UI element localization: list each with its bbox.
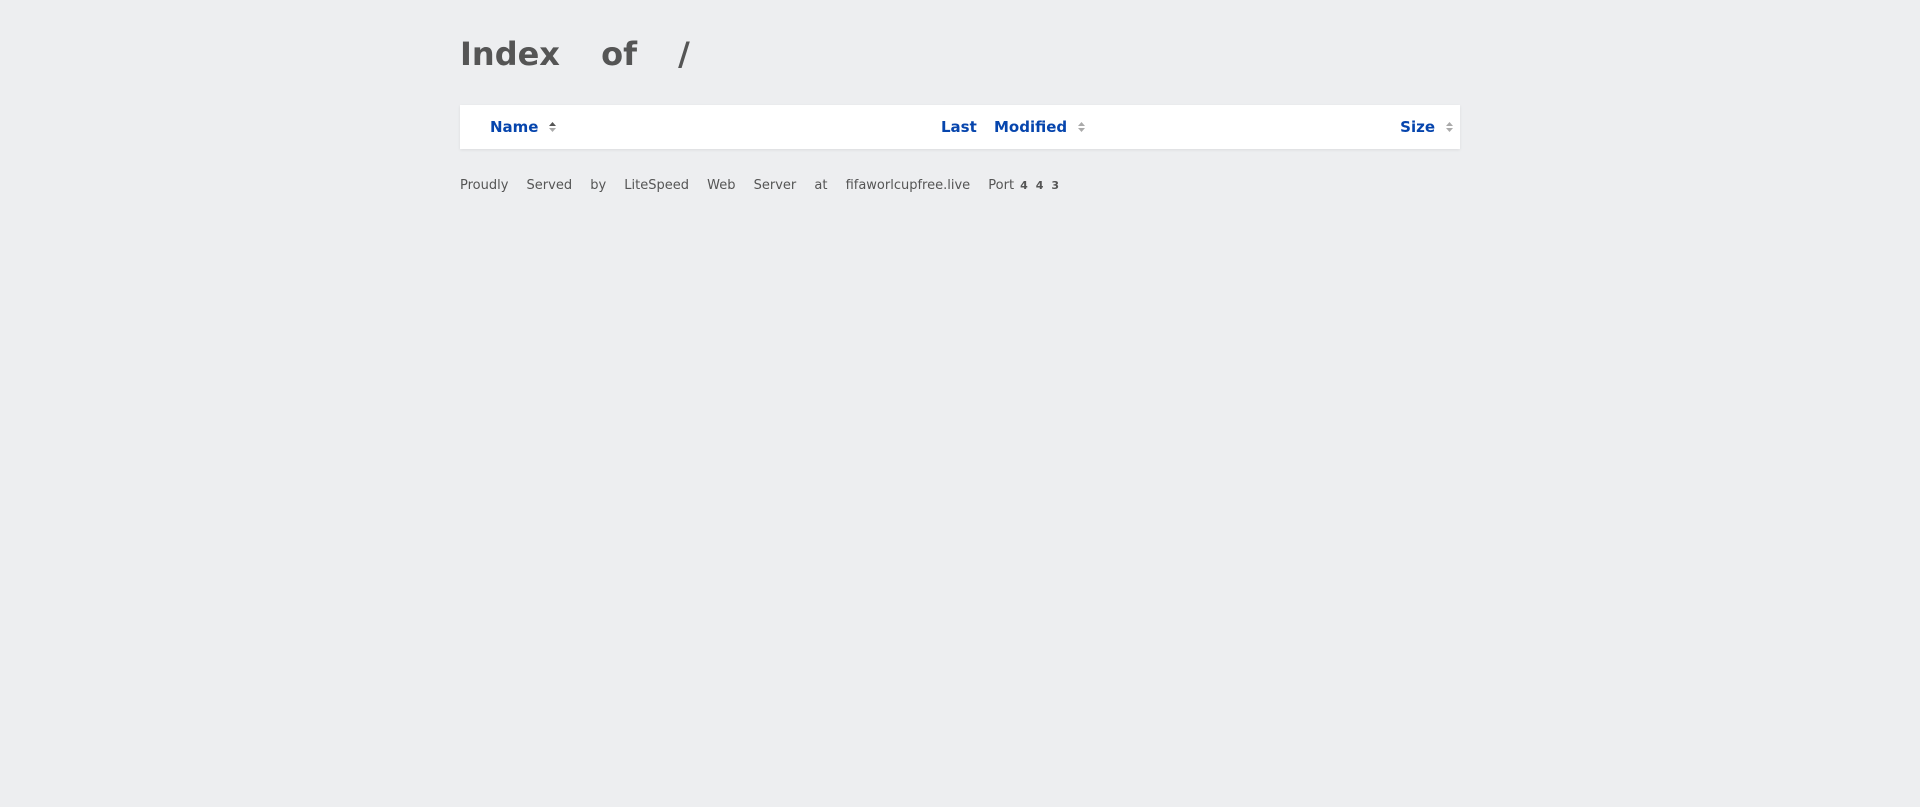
sort-icon [1077, 121, 1086, 133]
column-header-last-modified-label: Last Modified [941, 118, 1068, 136]
sort-icon [548, 121, 557, 133]
column-header-name-label: Name [490, 118, 539, 136]
column-header-last-modified[interactable]: Last Modified [941, 105, 1086, 149]
column-header-size-label: Size [1400, 118, 1435, 136]
server-port: 443 [1020, 179, 1068, 192]
directory-listing-table: Name Last Modified Size [460, 105, 1460, 149]
server-footer: Proudly Served by LiteSpeed Web Server a… [460, 178, 1067, 193]
sort-icon [1445, 121, 1454, 133]
server-signature: Proudly Served by LiteSpeed Web Server a… [460, 178, 1015, 193]
page-title: Index of / [460, 35, 690, 73]
column-header-size[interactable]: Size [1400, 105, 1454, 149]
column-header-name[interactable]: Name [490, 105, 557, 149]
